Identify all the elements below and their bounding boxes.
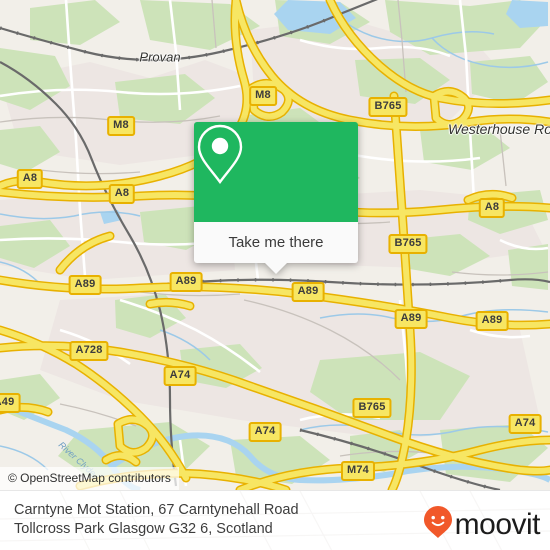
location-address: Carntyne Mot Station, 67 Carntynehall Ro… <box>14 501 394 539</box>
road-shield[interactable]: A89 <box>68 275 102 295</box>
address-line-2: Tollcross Park Glasgow G32 6, Scotland <box>14 521 273 537</box>
road-shield[interactable]: A49 <box>0 393 21 413</box>
popup-header <box>194 122 358 222</box>
road-shield[interactable]: M8 <box>107 116 135 136</box>
road-shield[interactable]: A8 <box>16 169 44 189</box>
take-me-there-label: Take me there <box>228 234 324 251</box>
road-shield[interactable]: M8 <box>249 86 277 106</box>
address-line-1: Carntyne Mot Station, 67 Carntynehall Ro… <box>14 502 299 518</box>
map-attribution[interactable]: © OpenStreetMap contributors <box>0 467 179 490</box>
popup-tail <box>264 262 288 274</box>
place-label-westerhouse-road: Westerhouse Ro <box>447 121 550 137</box>
moovit-wordmark: moovit <box>454 507 541 541</box>
road-shield[interactable]: A728 <box>69 341 109 361</box>
road-shield[interactable]: B765 <box>352 398 392 418</box>
road-shield[interactable]: B765 <box>388 234 428 254</box>
road-shield[interactable]: A8 <box>108 184 136 204</box>
place-label-provan: Provan <box>139 49 181 65</box>
moovit-pin-icon <box>423 505 453 544</box>
moovit-logo[interactable]: moovit <box>423 505 541 544</box>
map-screenshot: Provan Westerhouse Ro River Clyde M8 M8 … <box>0 0 550 550</box>
road-shield[interactable]: M74 <box>341 461 375 481</box>
road-shield[interactable]: A89 <box>291 282 325 302</box>
road-shield[interactable]: A89 <box>169 272 203 292</box>
road-shield[interactable]: B765 <box>368 97 408 117</box>
road-shield[interactable]: A74 <box>508 414 542 434</box>
road-shield[interactable]: A74 <box>163 366 197 386</box>
map-canvas[interactable]: Provan Westerhouse Ro River Clyde M8 M8 … <box>0 0 550 490</box>
road-shield[interactable]: A74 <box>248 422 282 442</box>
footer-bar: Carntyne Mot Station, 67 Carntynehall Ro… <box>0 490 550 550</box>
road-shield[interactable]: A89 <box>394 309 428 329</box>
road-shield[interactable]: A89 <box>475 311 509 331</box>
take-me-there-button[interactable]: Take me there <box>194 222 358 263</box>
location-popup[interactable]: Take me there <box>194 122 358 274</box>
road-shield[interactable]: A8 <box>478 198 506 218</box>
